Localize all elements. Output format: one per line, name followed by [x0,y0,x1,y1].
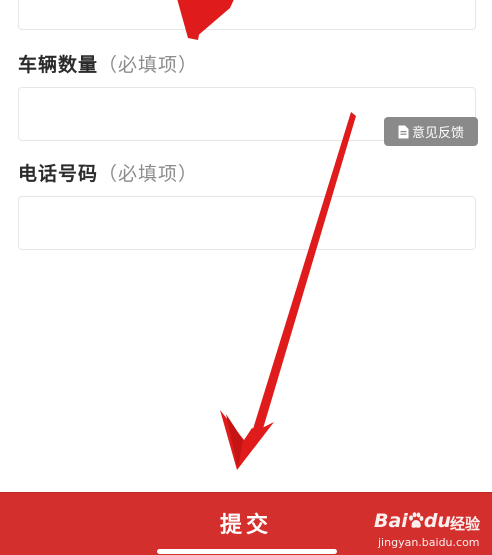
phone-input[interactable] [19,197,475,249]
phone-input-wrapper[interactable] [18,196,476,250]
watermark-brand-left: Bai [374,510,408,532]
quantity-label-text: 车辆数量 [18,54,99,76]
previous-field-input[interactable] [18,0,476,30]
watermark-brand: Bai du [374,510,451,532]
feedback-button[interactable]: 意见反馈 [384,117,478,146]
phone-field-label: 电话号码（必填项） [18,159,198,186]
quantity-required-hint: （必填项） [98,54,199,76]
watermark-url: jingyan.baidu.com [378,536,480,549]
home-indicator-bar [157,549,337,554]
phone-required-hint: （必填项） [98,163,199,185]
document-icon [398,125,409,138]
down-arrow-icon [220,112,356,470]
form-page: 车辆数量（必填项） 意见反馈 电话号码（必填项） 提交 Bai du 经验 jin… [0,0,492,555]
watermark-brand-tail: 经验 [450,515,481,533]
watermark-brand-mid: du [423,510,451,532]
baidu-paw-icon [408,512,424,528]
baidu-jingyan-watermark: Bai du 经验 jingyan.baidu.com [370,508,492,555]
annotation-arrows [177,0,356,470]
quantity-field-label: 车辆数量（必填项） [18,50,198,77]
phone-label-text: 电话号码 [18,163,99,185]
feedback-button-label: 意见反馈 [411,126,464,141]
